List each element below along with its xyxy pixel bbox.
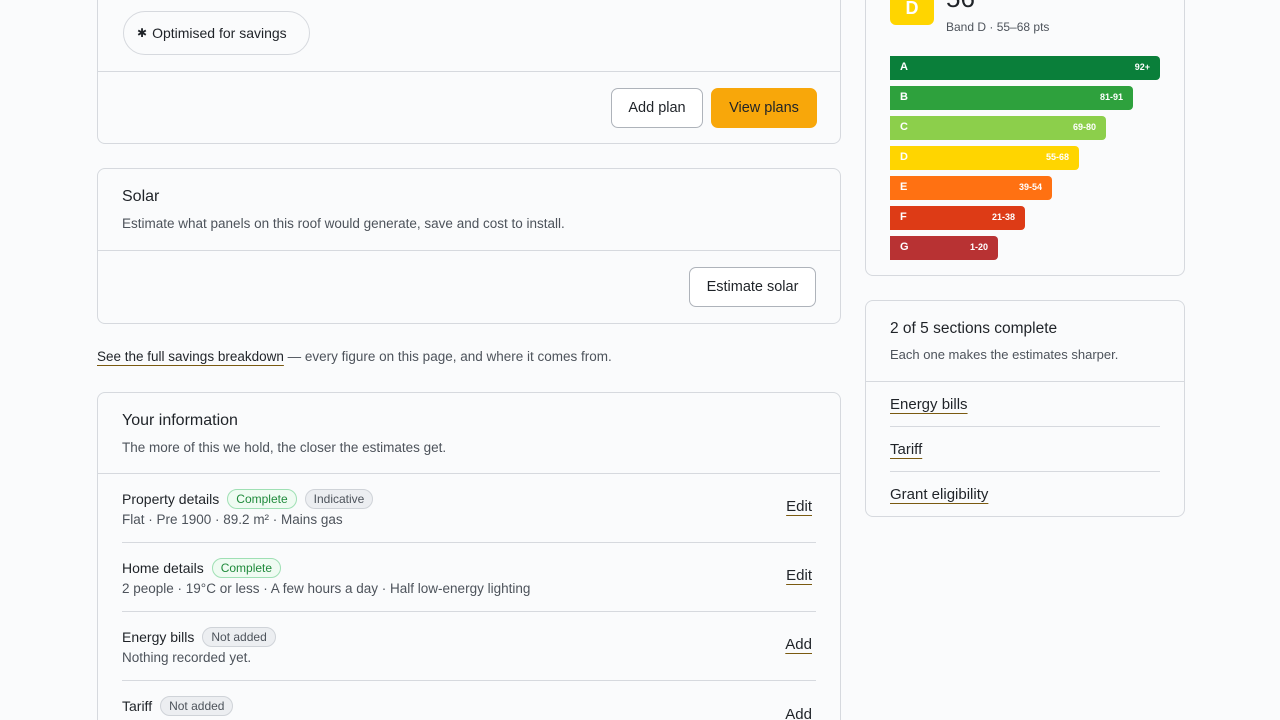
row-title: Tariff (122, 698, 153, 714)
plans-card: ✱ Optimised for savings Add plan View pl… (97, 0, 841, 144)
plans-divider (98, 71, 840, 72)
status-badge: Not added (160, 696, 234, 716)
band-letter: A (900, 61, 908, 73)
band-range: 81-91 (1099, 92, 1123, 102)
epc-bar-g: G 1-20 (890, 236, 998, 260)
sections-progress-card: 2 of 5 sections complete Each one makes … (865, 300, 1185, 517)
info-title: Your information (122, 412, 238, 429)
band-range: 1-20 (969, 242, 988, 252)
add-energy-bills-link[interactable]: Add (785, 636, 812, 653)
current-rating-badge: D (890, 0, 934, 25)
puzzle-icon: ✱ (137, 26, 148, 40)
solar-card: Solar Estimate what panels on this roof … (97, 168, 841, 324)
progress-subtitle: Each one makes the estimates sharper. (890, 347, 1119, 362)
band-range: 21-38 (991, 212, 1015, 222)
status-badge: Indicative (304, 489, 374, 509)
savings-breakdown-text: — every figure on this page, and where i… (283, 349, 612, 364)
estimate-solar-button[interactable]: Estimate solar (689, 267, 816, 307)
info-subtitle: The more of this we hold, the closer the… (122, 440, 447, 455)
page: ✱ Optimised for savings Add plan View pl… (0, 0, 1280, 720)
band-range: 92+ (1134, 62, 1150, 72)
progress-title: 2 of 5 sections complete (890, 320, 1058, 337)
progress-row-divider (890, 426, 1160, 427)
add-tariff-link[interactable]: Add (785, 706, 812, 720)
grant-eligibility-link[interactable]: Grant eligibility (890, 486, 988, 503)
progress-row-divider (890, 471, 1160, 472)
epc-band-text: Band D · 55–68 pts (946, 20, 1050, 34)
band-letter: E (900, 181, 908, 193)
info-row-energy-bills: Energy bills Not added Nothing recorded … (122, 612, 816, 681)
edit-property-details-link[interactable]: Edit (786, 498, 812, 515)
view-plans-button[interactable]: View plans (711, 88, 817, 128)
band-letter: F (900, 211, 907, 223)
row-detail: Nothing recorded yet. (122, 650, 252, 665)
band-letter: G (900, 241, 909, 253)
status-badge: Complete (211, 558, 282, 578)
row-title: Home details (122, 560, 204, 576)
add-plan-button[interactable]: Add plan (611, 88, 703, 128)
band-range: 39-54 (1018, 182, 1042, 192)
energy-bills-link[interactable]: Energy bills (890, 396, 968, 413)
epc-bar-b: B 81-91 (890, 86, 1133, 110)
solar-title: Solar (122, 188, 160, 205)
solar-subtitle: Estimate what panels on this roof would … (122, 216, 565, 231)
epc-bar-f: F 21-38 (890, 206, 1025, 230)
band-letter: D (900, 151, 908, 163)
epc-bar-c: C 69-80 (890, 116, 1106, 140)
your-information-card: Your information The more of this we hol… (97, 392, 841, 720)
progress-divider (866, 381, 1184, 382)
row-detail: Flat · Pre 1900 · 89.2 m² · Mains gas (122, 512, 343, 527)
info-row-home-details: Home details Complete 2 people · 19°C or… (122, 543, 816, 612)
epc-rating-card: D 56 Band D · 55–68 pts A 92+ B 81-91 C 69-… (865, 0, 1185, 276)
band-letter: C (900, 121, 908, 133)
row-title: Energy bills (122, 629, 195, 645)
status-badge: Complete (227, 489, 297, 509)
status-badge: Not added (202, 627, 276, 647)
edit-home-details-link[interactable]: Edit (786, 567, 812, 584)
row-detail: 2 people · 19°C or less · A few hours a … (122, 581, 531, 596)
solar-divider (98, 250, 840, 251)
band-range: 55-68 (1045, 152, 1069, 162)
band-letter: B (900, 91, 908, 103)
epc-score: 56 (946, 0, 975, 14)
info-row-property-details: Property details Complete Indicative Fla… (122, 474, 816, 543)
optimised-for-savings-chip[interactable]: ✱ Optimised for savings (123, 11, 310, 55)
epc-bar-a: A 92+ (890, 56, 1160, 80)
band-range: 69-80 (1072, 122, 1096, 132)
tariff-link[interactable]: Tariff (890, 441, 922, 458)
row-title: Property details (122, 491, 220, 507)
savings-breakdown-line: See the full savings breakdown — every f… (97, 349, 612, 364)
info-row-tariff: Tariff Not added Add (122, 681, 816, 720)
chip-label: Optimised for savings (152, 25, 287, 41)
savings-breakdown-link[interactable]: See the full savings breakdown (97, 349, 284, 364)
epc-bar-d: D 55-68 (890, 146, 1079, 170)
epc-bar-e: E 39-54 (890, 176, 1052, 200)
